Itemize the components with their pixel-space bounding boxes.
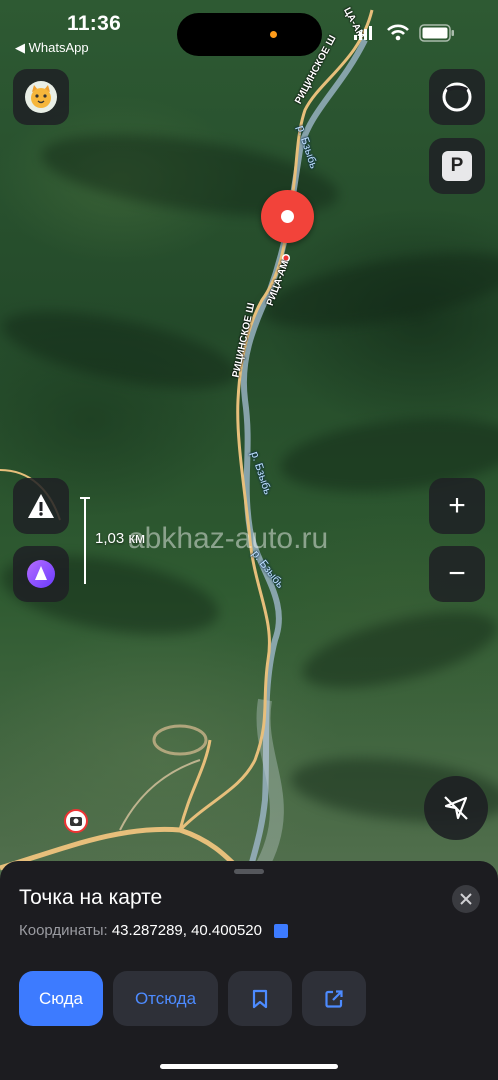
zoom-out-button[interactable]: − (429, 546, 485, 602)
back-to-app-link[interactable]: ◀ WhatsApp (15, 40, 89, 56)
parking-button[interactable]: P (429, 138, 485, 194)
sheet-title: Точка на карте (19, 886, 163, 909)
bookmark-button[interactable] (228, 971, 292, 1026)
share-icon (325, 989, 343, 1008)
route-here-button[interactable]: Сюда (19, 971, 103, 1026)
profile-button[interactable] (13, 69, 69, 125)
home-indicator[interactable] (160, 1064, 338, 1069)
alice-assistant-button[interactable] (13, 546, 69, 602)
coordinates-row: Координаты: 43.287289, 40.400520 (19, 922, 289, 939)
dynamic-island (177, 13, 322, 56)
layers-button[interactable] (429, 69, 485, 125)
share-button[interactable] (302, 971, 366, 1026)
close-button[interactable] (452, 885, 480, 913)
location-pin[interactable] (261, 190, 314, 243)
location-off-icon (444, 796, 468, 820)
my-location-button[interactable] (424, 776, 488, 840)
warning-triangle-icon (28, 494, 54, 518)
sheet-grabber[interactable] (234, 869, 264, 874)
wifi-icon (387, 24, 409, 41)
coordinates-label: Координаты: (19, 922, 108, 939)
zoom-in-button[interactable]: + (429, 478, 485, 534)
watermark: abkhaz-auto.ru (128, 522, 329, 555)
privacy-indicator (270, 31, 277, 38)
close-icon (460, 893, 472, 905)
scale-label: 1,03 км (95, 530, 146, 547)
bookmark-icon (252, 989, 268, 1008)
layers-circle-icon (442, 82, 472, 112)
point-info-sheet: Точка на карте Координаты: 43.287289, 40… (0, 861, 498, 1080)
clock: 11:36 (67, 12, 122, 35)
copy-icon[interactable] (274, 924, 289, 939)
parking-icon: P (442, 151, 472, 181)
cat-face-icon (25, 81, 57, 113)
route-from-button[interactable]: Отсюда (113, 971, 218, 1026)
status-bar: 11:36 ◀ WhatsApp (0, 0, 498, 60)
coordinates-value: 43.287289, 40.400520 (111, 922, 262, 939)
alice-assistant-icon (27, 560, 55, 588)
cellular-signal-icon (354, 26, 372, 40)
battery-icon (419, 24, 454, 42)
report-incident-button[interactable] (13, 478, 69, 534)
